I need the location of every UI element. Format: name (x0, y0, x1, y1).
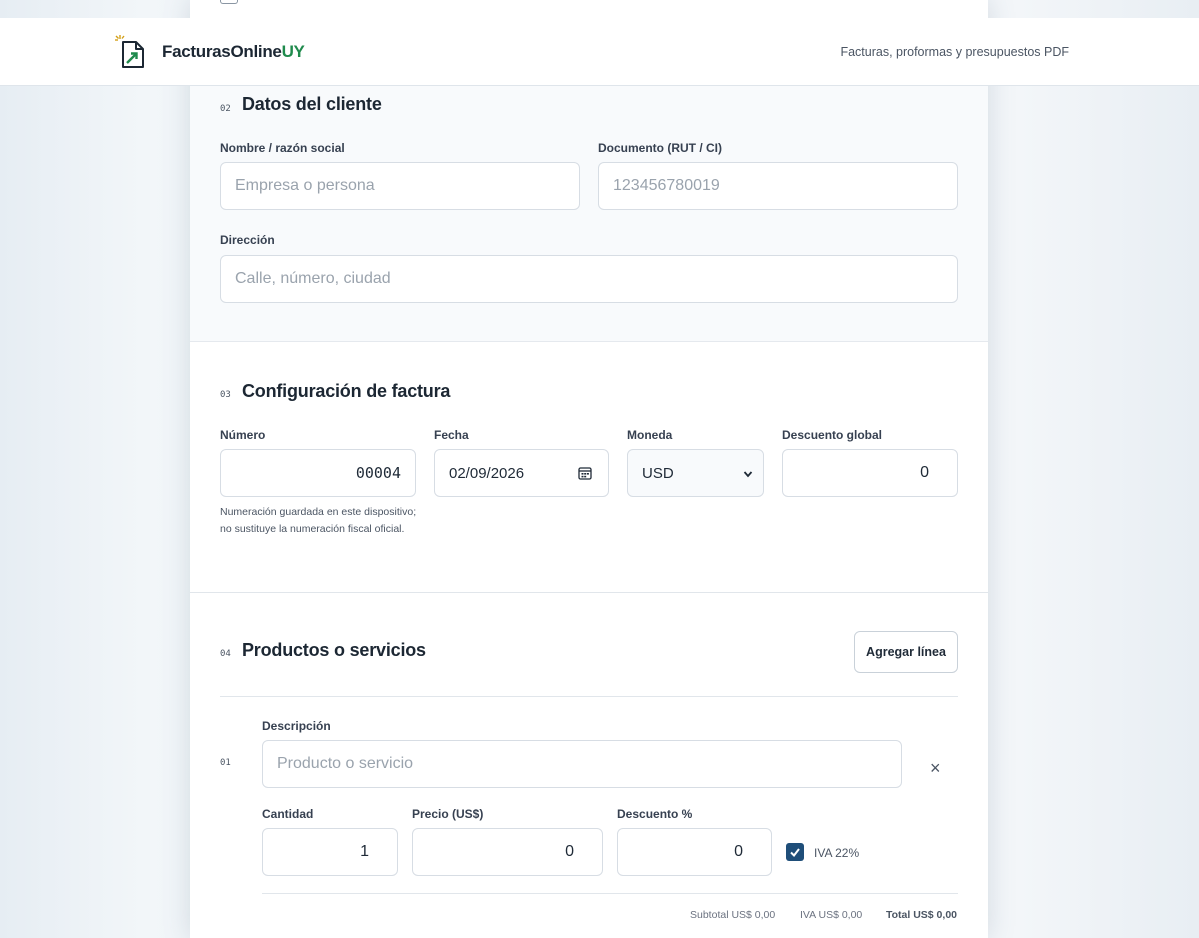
remove-line-button[interactable]: × (930, 759, 941, 777)
products-divider (220, 696, 958, 697)
section-title-invoice: Configuración de factura (242, 381, 451, 401)
brand-logo-text[interactable]: FacturasOnlineUY (162, 42, 305, 62)
section-number: 02 (220, 104, 231, 114)
client-name-label: Nombre / razón social (220, 141, 345, 155)
quantity-input[interactable]: 1 (262, 828, 398, 876)
line-discount-input[interactable]: 0 (617, 828, 772, 876)
chevron-down-icon (743, 471, 753, 478)
currency-label: Moneda (627, 428, 673, 442)
site-header: FacturasOnlineUY Facturas, proformas y p… (0, 18, 1199, 86)
client-name-input[interactable]: Empresa o persona (220, 162, 580, 210)
client-section: 02 Datos del cliente Nombre / razón soci… (190, 86, 988, 342)
number-hint: Numeración guardada en este dispositivo;… (220, 506, 417, 535)
quantity-label: Cantidad (262, 807, 314, 821)
line-discount-label: Descuento % (617, 807, 693, 821)
currency-select[interactable]: USD (627, 449, 764, 497)
line-total: Total US$ 0,00 (886, 909, 957, 921)
description-input[interactable]: Producto o servicio (262, 740, 902, 788)
calendar-icon[interactable] (578, 466, 592, 480)
client-address-label: Dirección (220, 233, 275, 247)
document-arrow-icon[interactable] (114, 34, 148, 70)
client-document-label: Documento (RUT / CI) (598, 141, 722, 155)
global-discount-input[interactable]: 0 (782, 449, 958, 497)
section-divider (190, 592, 988, 593)
line-index: 01 (220, 758, 231, 768)
section-title-products: Productos o servicios (242, 640, 426, 660)
partial-checkbox[interactable] (220, 0, 238, 4)
date-input[interactable]: 02/09/2026 (434, 449, 609, 497)
global-discount-label: Descuento global (782, 428, 883, 442)
section-number: 04 (220, 649, 231, 659)
check-icon (790, 848, 800, 858)
client-address-input[interactable]: Calle, número, ciudad (220, 255, 958, 303)
iva-checkbox[interactable] (786, 843, 804, 861)
line-iva-amount: IVA US$ 0,00 (800, 909, 863, 921)
price-input[interactable]: 0 (412, 828, 603, 876)
section-number: 03 (220, 390, 231, 400)
header-tagline: Facturas, proformas y presupuestos PDF (840, 45, 1069, 59)
price-label: Precio (US$) (412, 807, 484, 821)
client-document-input[interactable]: 123456780019 (598, 162, 958, 210)
invoice-number-input[interactable]: 00004 (220, 449, 416, 497)
date-label: Fecha (434, 428, 469, 442)
section-title-client: Datos del cliente (242, 94, 382, 114)
add-line-button[interactable]: Agregar línea (854, 631, 958, 673)
line-divider (262, 893, 958, 894)
line-subtotal: Subtotal US$ 0,00 (690, 909, 776, 921)
description-label: Descripción (262, 719, 331, 733)
number-label: Número (220, 428, 266, 442)
iva-label: IVA 22% (814, 846, 860, 860)
